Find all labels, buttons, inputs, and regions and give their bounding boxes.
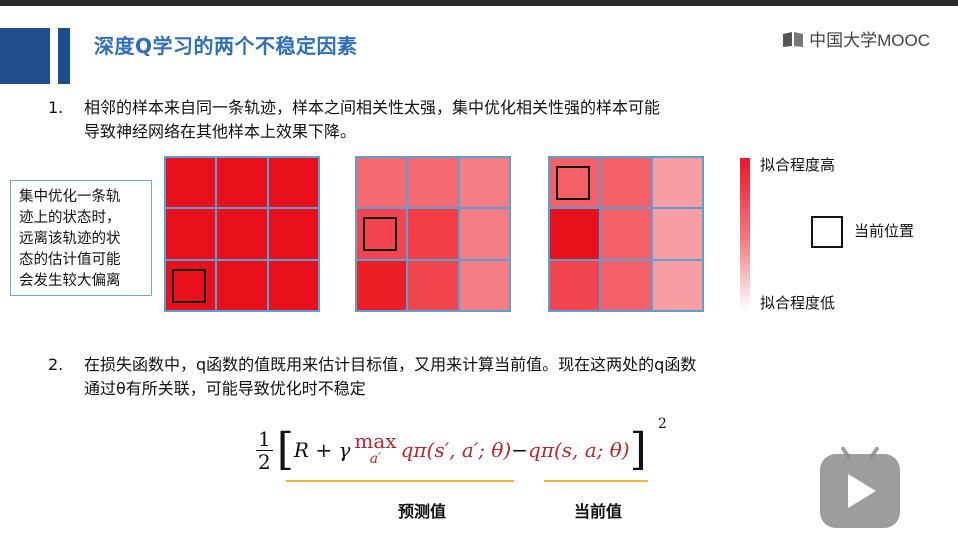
formula-reward-term: R + γ bbox=[293, 438, 351, 462]
grid-cell bbox=[267, 259, 319, 311]
max-operator: max a′ bbox=[354, 429, 397, 467]
note-line: 远离该轨迹的状 bbox=[19, 231, 121, 247]
grid-cell bbox=[267, 208, 319, 260]
point-1: 1. 相邻的样本来自同一条轨迹，样本之间相关性太强，集中优化相关性强的样本可能 … bbox=[48, 96, 848, 146]
title-bar-block bbox=[0, 28, 50, 84]
exponent: 2 bbox=[658, 416, 667, 432]
grid-cell bbox=[407, 208, 459, 260]
state-grid-3 bbox=[548, 156, 704, 312]
grid-cell bbox=[165, 157, 217, 209]
legend-low-label: 拟合程度低 bbox=[760, 294, 836, 312]
grid-cell bbox=[356, 157, 408, 209]
grid-cell bbox=[458, 157, 510, 209]
grid-cell bbox=[165, 208, 217, 260]
play-icon bbox=[848, 474, 876, 508]
logo-text: 中国大学MOOC bbox=[809, 31, 930, 50]
video-play-button[interactable] bbox=[820, 446, 900, 528]
grid-cell bbox=[216, 208, 268, 260]
point-2-line-2: 通过θ有所关联，可能导致优化时不稳定 bbox=[84, 379, 366, 398]
grid-cell bbox=[651, 259, 703, 311]
point-1-line-2: 导致神经网络在其他样本上效果下降。 bbox=[84, 122, 357, 141]
grid-cell bbox=[600, 208, 652, 260]
grid-cell bbox=[216, 157, 268, 209]
tv-antenna-left bbox=[840, 446, 852, 460]
grid-cell bbox=[600, 157, 652, 209]
grid-cell bbox=[165, 259, 217, 311]
state-grid-2 bbox=[355, 156, 511, 312]
grid-cell bbox=[600, 259, 652, 311]
current-position-box bbox=[172, 268, 206, 303]
current-value-label: 当前值 bbox=[574, 502, 623, 521]
grid-cell bbox=[458, 259, 510, 311]
grid-cell bbox=[549, 157, 601, 209]
note-line: 会发生较大偏离 bbox=[19, 273, 121, 289]
open-bracket: [ bbox=[276, 424, 294, 475]
current-position-marker bbox=[811, 216, 843, 248]
tv-antenna-right bbox=[868, 446, 880, 460]
grid-cell bbox=[267, 157, 319, 209]
grid-cell bbox=[356, 208, 408, 260]
grid-cell bbox=[549, 259, 601, 311]
point-2-line-1: 在损失函数中，q函数的值既用来估计目标值，又用来计算当前值。现在这两处的q函数 bbox=[84, 355, 697, 374]
fit-gradient-bar bbox=[740, 158, 750, 310]
legend-current-label: 当前位置 bbox=[854, 222, 915, 240]
current-underline bbox=[544, 480, 648, 482]
current-position-box bbox=[363, 217, 397, 252]
current-q-term: qπ(s, a; θ) bbox=[528, 438, 630, 462]
predicted-value-label: 预测值 bbox=[398, 502, 447, 521]
title-bar-stripe bbox=[58, 28, 70, 84]
target-q-term: qπ(s′, a′; θ) bbox=[400, 438, 512, 462]
state-grid-1 bbox=[164, 156, 320, 312]
note-line: 态的估计值可能 bbox=[19, 252, 121, 268]
loss-formula: 1 2 [ R + γ max a′ qπ(s′, a′; θ) − qπ(s,… bbox=[256, 420, 647, 480]
trajectory-note: 集中优化一条轨 迹上的状态时， 远离该轨迹的状 态的估计值可能 会发生较大偏离 bbox=[10, 180, 152, 296]
grid-cell bbox=[216, 259, 268, 311]
grid-cell bbox=[651, 208, 703, 260]
grid-cell bbox=[356, 259, 408, 311]
note-line: 迹上的状态时， bbox=[19, 210, 121, 226]
slide-title: 深度Q学习的两个不稳定因素 bbox=[94, 34, 358, 58]
grid-cell bbox=[407, 259, 459, 311]
book-icon bbox=[783, 31, 804, 47]
point-1-line-1: 相邻的样本来自同一条轨迹，样本之间相关性太强，集中优化相关性强的样本可能 bbox=[84, 98, 661, 117]
point-2: 2. 在损失函数中，q函数的值既用来估计目标值，又用来计算当前值。现在这两处的q… bbox=[48, 353, 868, 403]
grid-cell bbox=[651, 157, 703, 209]
legend-high-label: 拟合程度高 bbox=[760, 156, 836, 174]
point-2-number: 2. bbox=[48, 355, 64, 374]
note-line: 集中优化一条轨 bbox=[19, 189, 121, 205]
close-bracket: ] bbox=[629, 424, 647, 475]
half-fraction: 1 2 bbox=[256, 426, 273, 474]
mooc-logo: 中国大学MOOC bbox=[781, 26, 930, 51]
predicted-underline bbox=[286, 480, 514, 482]
slide: 深度Q学习的两个不稳定因素 中国大学MOOC 1. 相邻的样本来自同一条轨迹，样… bbox=[0, 6, 958, 542]
minus-sign: − bbox=[511, 438, 529, 462]
grid-cell bbox=[549, 208, 601, 260]
grid-cell bbox=[407, 157, 459, 209]
current-position-box bbox=[556, 166, 590, 200]
point-1-number: 1. bbox=[48, 98, 64, 117]
grid-cell bbox=[458, 208, 510, 260]
